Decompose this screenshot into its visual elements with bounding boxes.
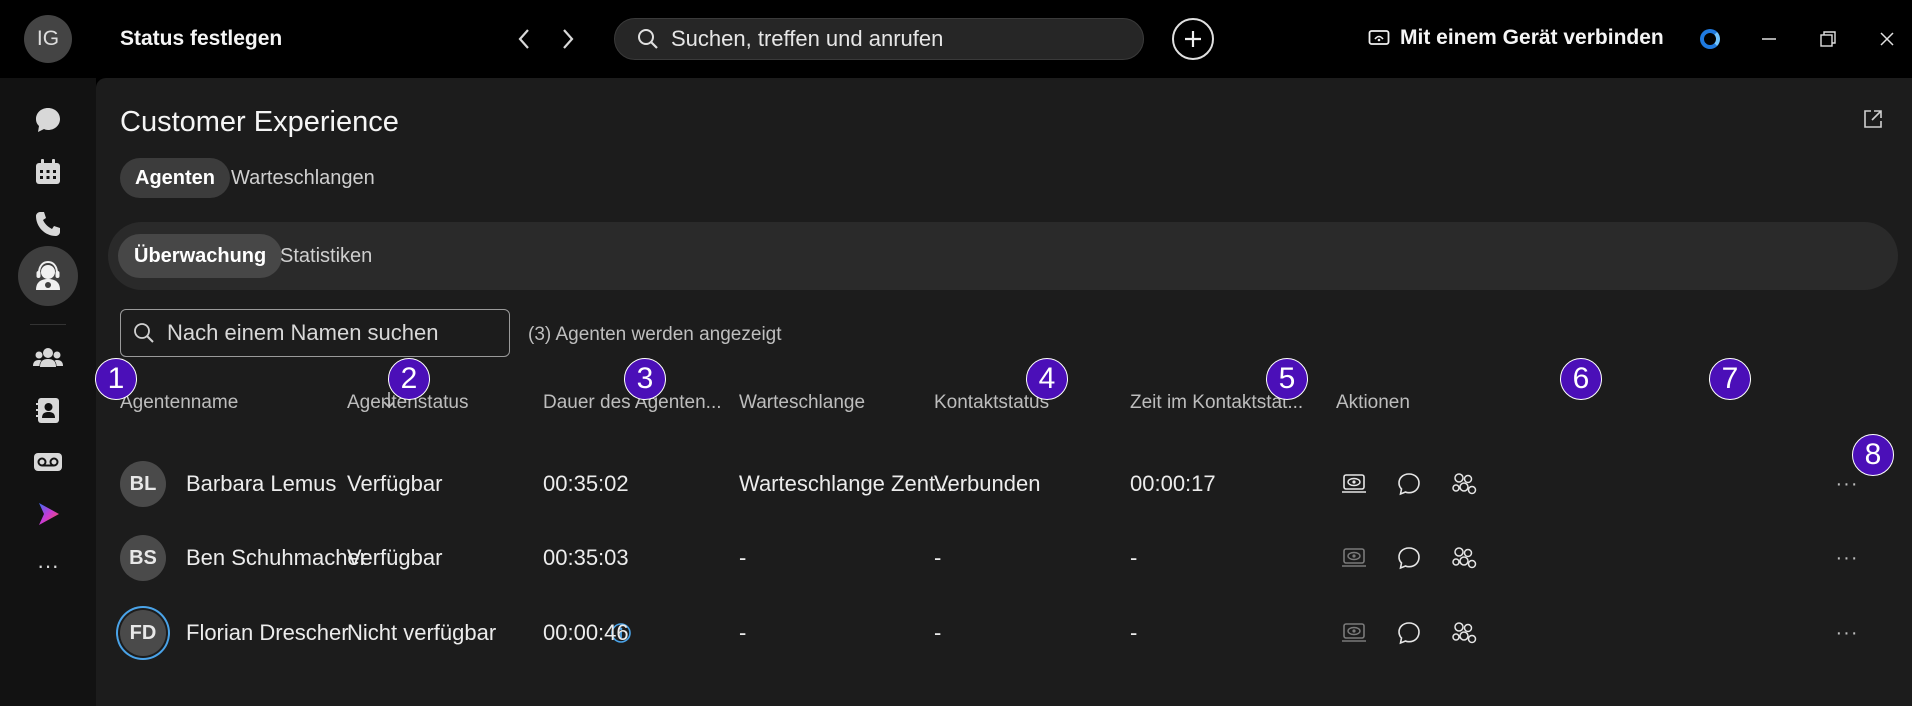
connect-device-button[interactable]: Mit einem Gerät verbinden: [1368, 26, 1664, 50]
agent-status: Verfügbar: [347, 471, 443, 496]
minimize-icon[interactable]: [1756, 26, 1782, 52]
restore-icon[interactable]: [1815, 26, 1841, 52]
avatar: BS: [120, 535, 166, 581]
search-icon: [638, 29, 658, 49]
back-arrow-icon[interactable]: [510, 24, 538, 54]
annotation-badge: 5: [1266, 358, 1308, 400]
name-search-placeholder: Nach einem Namen suchen: [167, 320, 439, 345]
main-panel: Customer Experience Agenten Warteschlang…: [96, 78, 1912, 706]
connect-device-label: Mit einem Gerät verbinden: [1400, 26, 1664, 49]
column-header-queue[interactable]: Warteschlange: [739, 392, 865, 414]
global-search-input[interactable]: Suchen, treffen und anrufen: [614, 18, 1144, 60]
avatar: BL: [120, 461, 166, 507]
chat-icon[interactable]: [24, 96, 72, 144]
user-avatar[interactable]: IG: [24, 15, 72, 63]
contacts-icon[interactable]: [24, 386, 72, 434]
annotation-badge: 4: [1026, 358, 1068, 400]
contact-status: -: [934, 620, 942, 645]
agent-name: Ben Schuhmacher: [186, 545, 367, 570]
group-chat-icon[interactable]: [1449, 618, 1479, 648]
customer-experience-icon[interactable]: [18, 246, 78, 306]
message-icon[interactable]: [1394, 618, 1424, 648]
more-options-icon[interactable]: ···: [1832, 543, 1862, 573]
annotation-badge: 7: [1709, 358, 1751, 400]
annotation-badge: 3: [624, 358, 666, 400]
sync-status-icon: [1700, 29, 1720, 49]
table-row[interactable]: FD Florian Drescher Nicht verfügbar 00:0…: [96, 596, 1912, 670]
voicemail-icon[interactable]: [24, 438, 72, 486]
group-chat-icon[interactable]: [1449, 543, 1479, 573]
agent-name: Florian Drescher: [186, 620, 349, 645]
column-header-actions: Aktionen: [1336, 392, 1410, 413]
agent-queue: Warteschlange Zent...: [739, 471, 954, 496]
annotation-badge: 8: [1852, 434, 1894, 476]
message-icon[interactable]: [1394, 543, 1424, 573]
more-options-icon[interactable]: ···: [1832, 618, 1862, 648]
contact-time: -: [1130, 620, 1138, 645]
annotation-badge: 6: [1560, 358, 1602, 400]
close-icon[interactable]: [1874, 26, 1900, 52]
forward-arrow-icon[interactable]: [554, 24, 582, 54]
table-row[interactable]: BS Ben Schuhmacher Verfügbar 00:35:03 - …: [96, 521, 1912, 595]
annotation-badge: 1: [95, 358, 137, 400]
column-header-agent-name[interactable]: Agentenname: [120, 392, 238, 414]
subtab-monitoring[interactable]: Überwachung: [118, 234, 283, 278]
message-icon[interactable]: [1394, 469, 1424, 499]
add-button[interactable]: [1172, 18, 1214, 60]
device-connect-icon: [1368, 30, 1390, 45]
subtab-bar: Überwachung Statistiken: [108, 222, 1898, 290]
agent-duration: 00:00:46: [543, 620, 629, 645]
rail-divider: [30, 324, 66, 325]
agent-name: Barbara Lemus: [186, 471, 337, 496]
avatar: FD: [120, 610, 166, 656]
monitor-icon: [1339, 543, 1369, 573]
agent-queue: -: [739, 545, 747, 570]
column-header-contact-status[interactable]: Kontaktstatus: [934, 392, 1049, 414]
agent-status: Nicht verfügbar: [347, 620, 497, 645]
agent-queue: -: [739, 620, 747, 645]
page-title: Customer Experience: [120, 106, 399, 138]
monitor-icon[interactable]: [1339, 469, 1369, 499]
tab-agents[interactable]: Agenten: [120, 158, 230, 198]
webex-app-icon[interactable]: [24, 490, 72, 538]
popout-icon[interactable]: [1862, 108, 1884, 135]
agent-duration: 00:35:03: [543, 545, 629, 570]
teams-icon[interactable]: [24, 334, 72, 382]
annotation-badge: 2: [388, 358, 430, 400]
monitor-icon: [1339, 618, 1369, 648]
subtab-statistics[interactable]: Statistiken: [264, 234, 388, 278]
contact-status: -: [934, 545, 942, 570]
agent-count-label: (3) Agenten werden angezeigt: [528, 324, 782, 345]
name-search-input[interactable]: Nach einem Namen suchen: [120, 309, 510, 357]
more-icon[interactable]: ···: [24, 542, 72, 590]
set-status-button[interactable]: Status festlegen: [120, 27, 282, 51]
agent-status: Verfügbar: [347, 545, 443, 570]
contact-time: -: [1130, 545, 1138, 570]
search-icon: [134, 323, 154, 343]
title-bar: IG Status festlegen Suchen, treffen und …: [0, 0, 1912, 78]
global-search-placeholder: Suchen, treffen und anrufen: [671, 26, 944, 51]
tab-queues[interactable]: Warteschlangen: [216, 158, 390, 198]
plus-icon: [1185, 31, 1201, 47]
calendar-icon[interactable]: [24, 148, 72, 196]
contact-time: 00:00:17: [1130, 471, 1216, 496]
contact-status: Verbunden: [934, 471, 1041, 496]
group-chat-icon[interactable]: [1449, 469, 1479, 499]
more-options-icon[interactable]: ···: [1832, 469, 1862, 499]
agent-duration: 00:35:02: [543, 471, 629, 496]
left-navigation-rail: ···: [0, 78, 96, 706]
phone-icon[interactable]: [24, 200, 72, 248]
table-row[interactable]: BL Barbara Lemus Verfügbar 00:35:02 Wart…: [96, 447, 1912, 521]
